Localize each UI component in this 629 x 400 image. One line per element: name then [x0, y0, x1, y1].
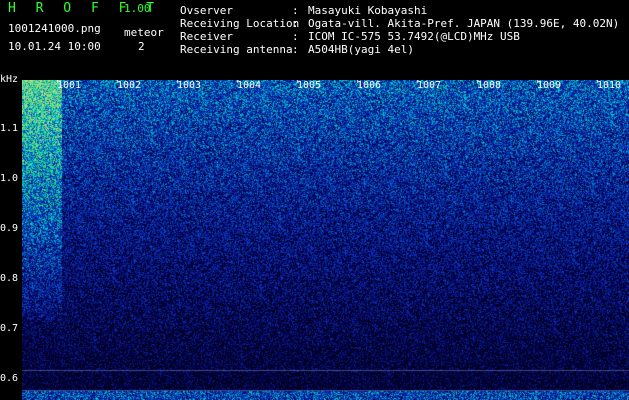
header: H R O F F T 1.00 1001241000.png 10.01.24…: [0, 0, 629, 80]
x-tick-label: 1002: [117, 80, 142, 91]
info-key: Receiving antenna: [180, 43, 293, 56]
capture-datetime: 10.01.24 10:00: [8, 40, 101, 53]
spectrogram-canvas: [22, 80, 629, 400]
y-tick-label: 1.0: [0, 173, 19, 184]
meteor-label: meteor: [124, 26, 164, 39]
info-value: Ogata-vill. Akita-Pref. JAPAN (139.96E, …: [308, 17, 620, 30]
info-value: A504HB(yagi 4el): [308, 43, 414, 56]
x-tick-label: 1010: [597, 80, 622, 91]
y-tick-label: 0.9: [0, 223, 19, 234]
y-tick-label: 0.7: [0, 323, 19, 334]
x-tick-label: 1006: [357, 80, 382, 91]
y-tick-label: 1.1: [0, 123, 19, 134]
x-tick-label: 1007: [417, 80, 442, 91]
info-value: Masayuki Kobayashi: [308, 4, 428, 17]
info-value: ICOM IC-575 53.7492(@LCD)MHz USB: [308, 30, 520, 43]
file-name: 1001241000.png: [8, 22, 101, 35]
x-tick-label: 1008: [477, 80, 502, 91]
info-row: Ovserver: Masayuki Kobayashi: [180, 4, 428, 17]
x-tick-label: 1001: [57, 80, 82, 91]
x-tick-label: 1004: [237, 80, 262, 91]
y-tick-label: 0.6: [0, 373, 19, 384]
y-unit-label: kHz: [0, 74, 19, 85]
info-row: Receiver: ICOM IC-575 53.7492(@LCD)MHz U…: [180, 30, 520, 43]
app-version: 1.00: [124, 2, 151, 15]
info-row: Receiving Location: Ogata-vill. Akita-Pr…: [180, 17, 620, 30]
station-info: Ovserver: Masayuki Kobayashi Receiving L…: [180, 4, 619, 56]
info-key: Receiver: [180, 30, 233, 43]
info-row: Receiving antenna: A504HB(yagi 4el): [180, 43, 414, 56]
y-tick-label: 0.8: [0, 273, 19, 284]
x-tick-label: 1005: [297, 80, 322, 91]
x-tick-label: 1003: [177, 80, 202, 91]
info-key: Receiving Location: [180, 17, 300, 30]
x-tick-label: 1009: [537, 80, 562, 91]
meteor-count: 2: [138, 40, 145, 53]
info-key: Ovserver: [180, 4, 233, 17]
